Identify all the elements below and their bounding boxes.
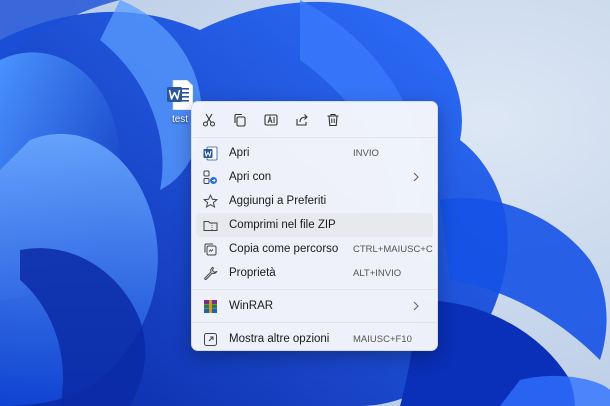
zip-folder-icon — [202, 217, 218, 233]
menu-item-label: Comprimi nel file ZIP — [229, 219, 336, 231]
menu-item-winrar[interactable]: WinRAR — [196, 294, 433, 318]
menu-item-label: Apri con — [229, 171, 272, 183]
menu-item-more-options[interactable]: Mostra altre opzioni MAIUSC+F10 — [196, 327, 433, 351]
winrar-icon — [202, 298, 218, 314]
menu-item-label: Mostra altre opzioni — [229, 333, 330, 345]
word-document-icon — [167, 79, 194, 111]
menu-item-open-with[interactable]: Apri con — [196, 165, 433, 189]
wrench-icon — [202, 265, 218, 281]
star-icon — [202, 193, 218, 209]
rename-icon — [264, 113, 278, 126]
quick-actions-bar — [192, 102, 437, 138]
menu-item-properties[interactable]: Proprietà ALT+INVIO — [196, 261, 433, 285]
share-button[interactable] — [292, 110, 312, 130]
delete-button[interactable] — [323, 110, 343, 130]
menu-separator — [192, 289, 437, 290]
copy-icon — [234, 113, 246, 127]
delete-icon — [327, 113, 339, 126]
menu-item-shortcut: INVIO — [353, 147, 379, 159]
menu-item-label: Copia come percorso — [229, 243, 339, 255]
copy-path-icon — [202, 241, 218, 257]
cut-button[interactable] — [199, 110, 219, 130]
menu-items: Apri INVIO Apri con Aggiungi a Preferiti… — [192, 141, 437, 351]
menu-item-copy-as-path[interactable]: Copia come percorso CTRL+MAIUSC+C — [196, 237, 433, 261]
menu-item-shortcut: CTRL+MAIUSC+C — [353, 243, 433, 255]
cut-icon — [202, 113, 216, 127]
menu-separator — [192, 322, 437, 323]
copy-button[interactable] — [230, 110, 250, 130]
menu-item-label: Apri — [229, 147, 250, 159]
menu-item-shortcut: ALT+INVIO — [353, 267, 402, 279]
chevron-right-icon — [413, 172, 419, 182]
menu-item-label: Proprietà — [229, 267, 276, 279]
word-icon — [202, 145, 218, 161]
file-label: test — [171, 114, 189, 125]
context-menu: Apri INVIO Apri con Aggiungi a Preferiti… — [191, 101, 438, 351]
menu-item-compress-zip[interactable]: Comprimi nel file ZIP — [196, 213, 433, 237]
more-options-icon — [202, 331, 218, 347]
menu-item-open[interactable]: Apri INVIO — [196, 141, 433, 165]
menu-item-label: WinRAR — [229, 300, 274, 312]
menu-item-label: Aggiungi a Preferiti — [229, 195, 327, 207]
chevron-right-icon — [413, 301, 419, 311]
menu-item-shortcut: MAIUSC+F10 — [353, 333, 412, 345]
open-with-icon — [202, 169, 218, 185]
share-icon — [296, 113, 308, 126]
menu-item-add-favorites[interactable]: Aggiungi a Preferiti — [196, 189, 433, 213]
rename-button[interactable] — [261, 110, 281, 130]
